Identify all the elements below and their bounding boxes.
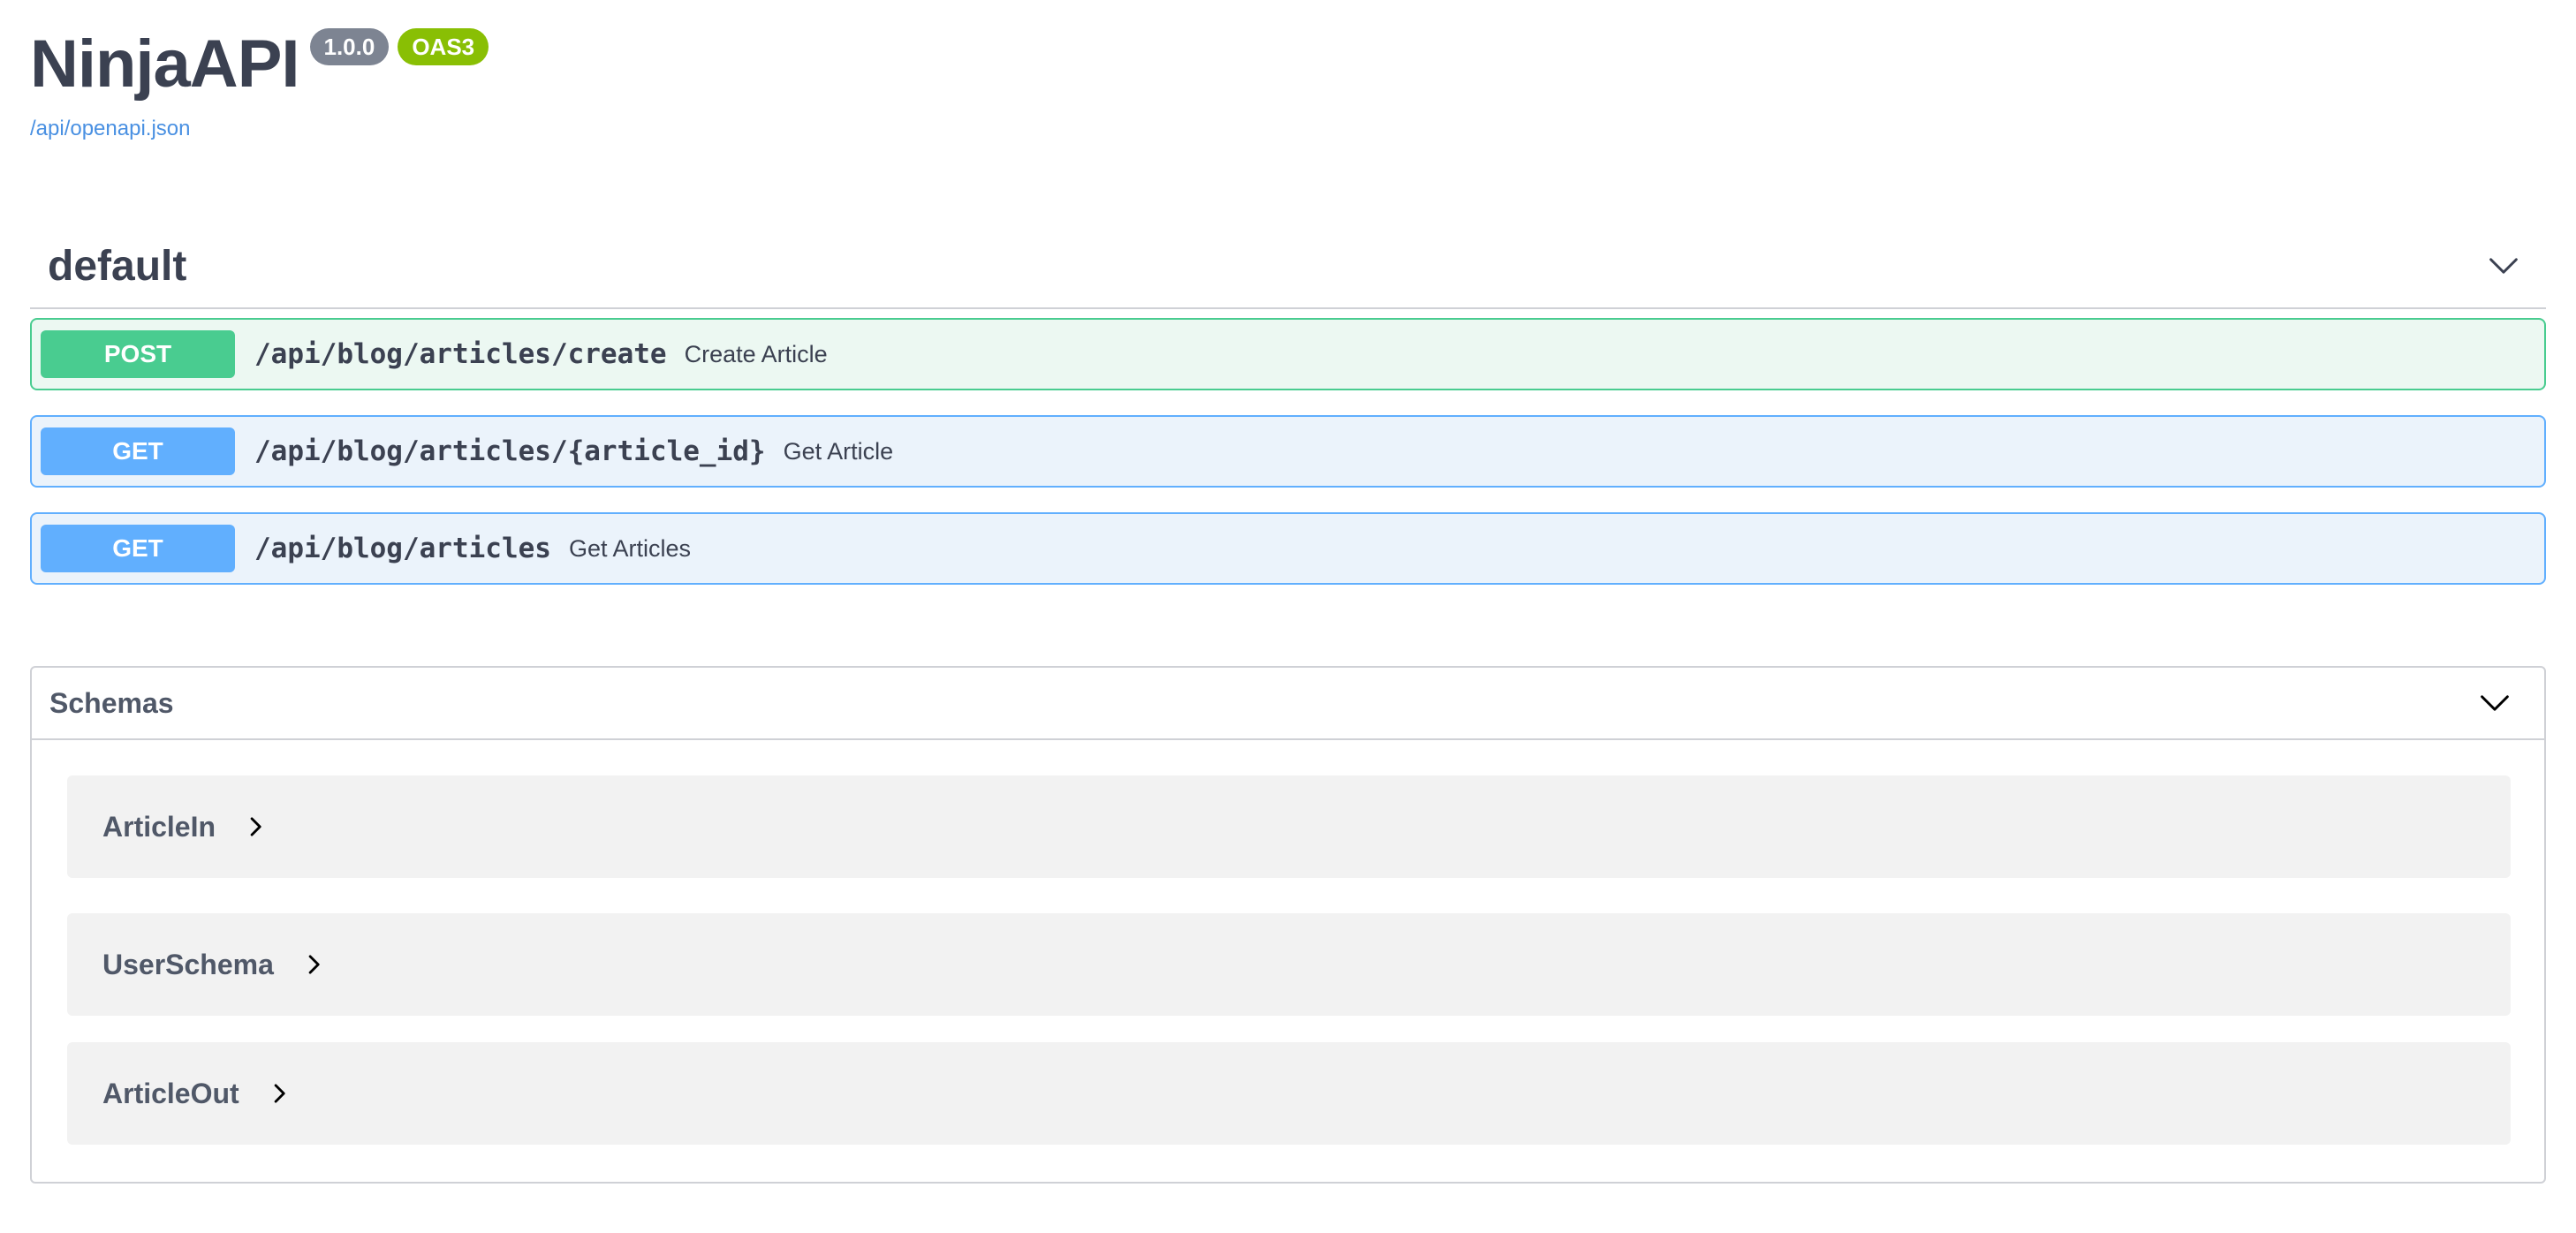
api-title: NinjaAPI [30, 26, 299, 102]
model-name: UserSchema [102, 948, 274, 980]
model-articlein[interactable]: ArticleIn [67, 775, 2511, 878]
operation-get-articles[interactable]: GET /api/blog/articles Get Articles [30, 512, 2546, 585]
operation-path: /api/blog/articles [254, 533, 551, 564]
chevron-right-icon[interactable] [244, 815, 267, 838]
tag-name: default [48, 242, 187, 290]
method-badge: GET [41, 427, 235, 475]
operation-path: /api/blog/articles/create [254, 338, 667, 370]
chevron-right-icon[interactable] [302, 953, 325, 976]
version-badge: 1.0.0 [309, 28, 390, 65]
operation-summary: Get Articles [568, 534, 691, 562]
operation-get-article[interactable]: GET /api/blog/articles/{article_id} Get … [30, 415, 2546, 488]
operation-path: /api/blog/articles/{article_id} [254, 435, 766, 467]
oas-badge: OAS3 [398, 28, 489, 65]
operation-create-article[interactable]: POST /api/blog/articles/create Create Ar… [30, 318, 2546, 390]
model-name: ArticleOut [102, 1077, 239, 1109]
operation-summary: Create Article [684, 340, 828, 367]
schemas-title: Schemas [49, 686, 174, 719]
api-info: NinjaAPI 1.0.0 OAS3 /api/openapi.json [30, 25, 489, 141]
operation-summary: Get Article [783, 437, 894, 465]
openapi-spec-link[interactable]: /api/openapi.json [30, 117, 489, 141]
model-userschema[interactable]: UserSchema [67, 913, 2511, 1016]
chevron-down-icon[interactable] [2488, 250, 2519, 282]
tag-header[interactable]: default [30, 224, 2546, 309]
method-badge: POST [41, 330, 235, 378]
method-badge: GET [41, 525, 235, 572]
schemas-section: Schemas ArticleIn UserSchema ArticleOut [30, 666, 2546, 1184]
chevron-down-icon[interactable] [2479, 687, 2511, 719]
model-articleout[interactable]: ArticleOut [67, 1042, 2511, 1145]
schemas-header[interactable]: Schemas [32, 668, 2544, 740]
chevron-right-icon[interactable] [268, 1082, 291, 1105]
swagger-page: NinjaAPI 1.0.0 OAS3 /api/openapi.json de… [0, 0, 2576, 1233]
model-name: ArticleIn [102, 810, 216, 843]
title-row: NinjaAPI 1.0.0 OAS3 [30, 25, 489, 104]
tag-section-default: default POST /api/blog/articles/create C… [30, 224, 2546, 585]
